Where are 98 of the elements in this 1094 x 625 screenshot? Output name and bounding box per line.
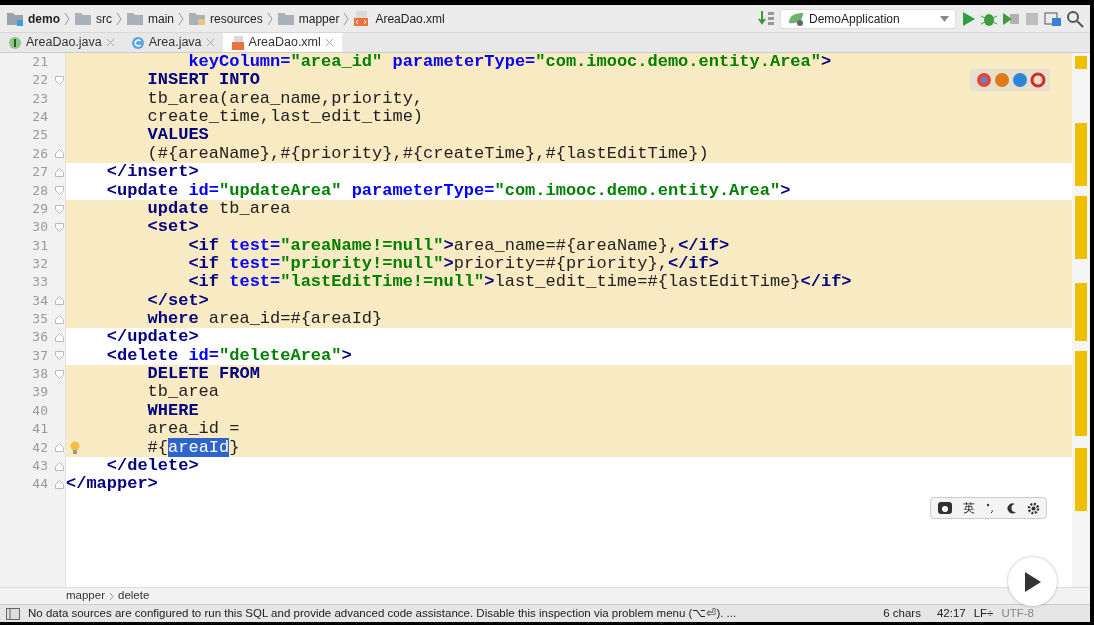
scroll-marker — [1075, 123, 1087, 186]
line-number: 25 — [31, 126, 49, 145]
line-number: 34 — [31, 291, 49, 310]
code-line: <update id="updateArea" parameterType="com.imooc.demo.entity.Area"> — [105, 181, 792, 200]
class-icon — [130, 35, 145, 50]
fold-icon[interactable] — [54, 222, 64, 232]
line-number: 30 — [31, 218, 49, 237]
caret-position[interactable]: 42:17 — [936, 604, 966, 623]
code-line: <delete id="deleteArea"> — [105, 346, 353, 366]
interface-icon — [8, 35, 22, 50]
line-number: 43 — [31, 456, 49, 475]
language-toggle[interactable]: 英 — [963, 499, 975, 517]
breadcrumb-item[interactable]: AreaDao.xml — [353, 9, 445, 28]
structure-icon[interactable] — [1044, 10, 1062, 27]
moon-icon[interactable] — [1005, 502, 1017, 514]
fold-icon[interactable] — [54, 461, 64, 471]
line-number: 36 — [31, 328, 49, 347]
fold-icon[interactable] — [54, 76, 64, 86]
breadcrumb-item[interactable]: mapper — [276, 9, 340, 28]
line-number: 32 — [31, 254, 49, 273]
play-icon — [1023, 570, 1042, 593]
caret-icon — [940, 15, 949, 22]
file-tab[interactable]: AreaDao.java — [0, 33, 123, 52]
panel-icon[interactable] — [6, 607, 20, 620]
fold-icon[interactable] — [54, 204, 64, 214]
line-number: 21 — [31, 53, 49, 71]
code-line: </delete> — [105, 456, 200, 476]
line-number: 23 — [31, 89, 49, 108]
fold-icon[interactable] — [54, 186, 64, 196]
code-line: </update> — [105, 328, 200, 347]
line-number: 40 — [31, 401, 49, 420]
fold-icon[interactable] — [54, 369, 64, 379]
lightbulb-icon[interactable] — [70, 440, 80, 455]
chevron-icon — [109, 591, 114, 601]
breadcrumb-item[interactable]: src — [74, 9, 112, 28]
code-line: </insert> — [105, 163, 200, 182]
file-tab[interactable]: Area.java — [122, 33, 223, 52]
punctuation-icon[interactable] — [985, 502, 995, 514]
fold-icon[interactable] — [54, 479, 64, 489]
line-number: 22 — [31, 71, 49, 90]
sort-icon[interactable] — [758, 10, 776, 27]
folder-icon — [126, 10, 144, 27]
line-number: 37 — [31, 346, 49, 365]
fold-icon[interactable] — [54, 167, 64, 177]
code-line: </mapper> — [66, 475, 159, 494]
line-number: 41 — [31, 420, 49, 439]
chevron-icon — [116, 11, 122, 26]
path-item[interactable]: mapper — [66, 587, 105, 605]
status-message: No data sources are configured to run this SQL and provide advanced code assistance. Disable this inspection via problem menu (⌥⏎). ... — [28, 605, 738, 621]
folder-icon — [74, 10, 92, 27]
close-icon[interactable] — [324, 38, 334, 47]
scroll-marker — [1075, 448, 1087, 511]
folder-icon — [188, 10, 207, 27]
line-number: 26 — [31, 144, 49, 163]
line-number: 33 — [31, 273, 49, 292]
path-item[interactable]: delete — [118, 587, 150, 605]
fold-icon[interactable] — [54, 149, 64, 159]
line-number: 24 — [31, 108, 49, 127]
search-icon[interactable] — [1066, 9, 1084, 28]
selection-info: 6 chars — [883, 605, 921, 621]
scroll-marker — [1075, 56, 1087, 69]
close-icon[interactable] — [205, 38, 215, 47]
line-number: 42 — [31, 438, 49, 457]
close-icon[interactable] — [105, 38, 115, 47]
stop-icon[interactable] — [1024, 10, 1040, 27]
fold-icon[interactable] — [54, 333, 64, 343]
fold-icon[interactable] — [54, 296, 64, 306]
chevron-icon — [266, 11, 273, 26]
gear-icon[interactable] — [1027, 501, 1040, 515]
folder-icon — [276, 10, 295, 27]
run-configuration-dropdown[interactable]: DemoApplication — [780, 8, 956, 29]
scroll-marker — [1075, 196, 1087, 259]
breadcrumb-item[interactable]: resources — [188, 9, 263, 28]
file-tab[interactable]: AreaDao.xml — [222, 33, 342, 52]
scroll-marker — [1075, 283, 1087, 341]
xml-file-icon — [230, 35, 245, 50]
input-method-toolbar[interactable]: 英 — [930, 497, 1047, 519]
fold-icon[interactable] — [54, 314, 64, 324]
line-number: 35 — [31, 310, 49, 329]
leaf-icon — [787, 10, 805, 27]
breadcrumb-item[interactable]: demo — [6, 9, 60, 28]
line-number: 31 — [31, 236, 49, 255]
coverage-icon[interactable] — [1002, 10, 1020, 27]
line-number: 29 — [31, 199, 49, 218]
line-separator[interactable]: LF÷ — [973, 604, 994, 623]
chevron-icon — [64, 11, 70, 26]
line-number: 44 — [31, 475, 49, 494]
line-number: 28 — [31, 181, 49, 200]
line-number: 27 — [31, 163, 49, 182]
breadcrumb-item[interactable]: main — [126, 9, 175, 28]
fold-icon[interactable] — [54, 351, 64, 361]
line-number: 38 — [31, 365, 49, 384]
chevron-icon — [178, 11, 185, 26]
run-icon[interactable] — [960, 10, 976, 27]
chevron-icon — [343, 11, 350, 26]
fold-icon[interactable] — [54, 443, 64, 453]
line-number: 39 — [31, 383, 49, 402]
folder-icon — [6, 10, 24, 27]
